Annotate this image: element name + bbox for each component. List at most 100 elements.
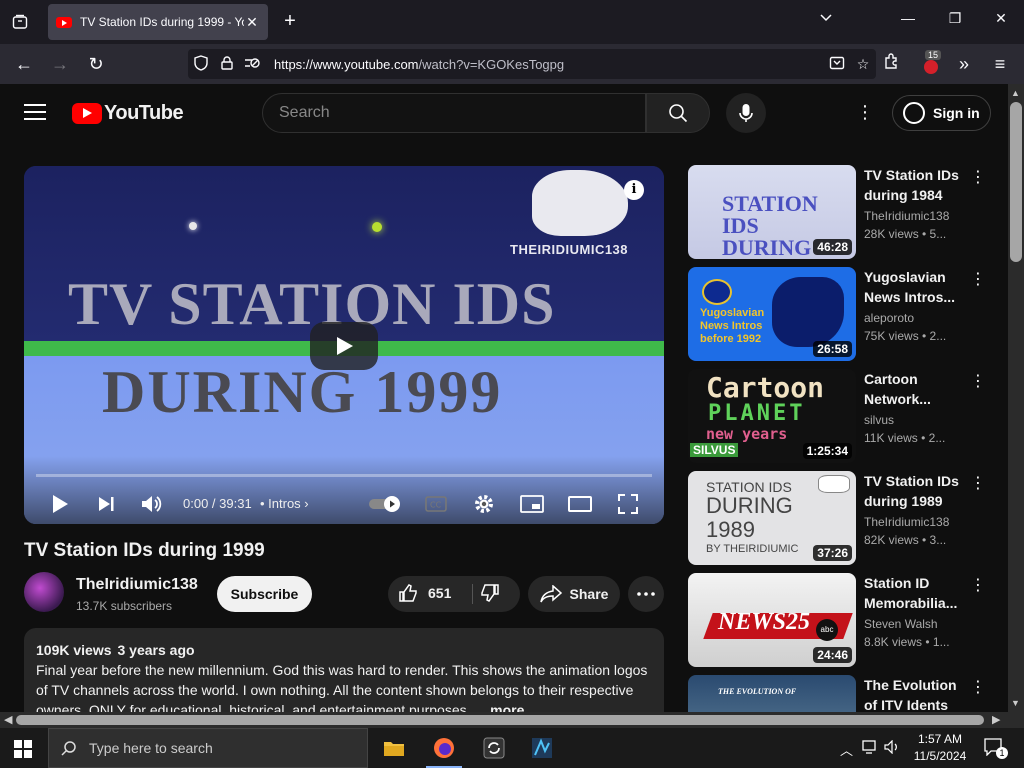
recommendation-channel[interactable]: Steven Walsh	[864, 617, 938, 631]
subscribe-button[interactable]: Subscribe	[217, 576, 312, 612]
reload-icon[interactable]: ↻	[84, 52, 108, 76]
app-menu-icon[interactable]: ≡	[988, 52, 1012, 76]
taskbar-search-input[interactable]: Type here to search	[48, 728, 368, 768]
back-icon[interactable]: ←	[12, 52, 36, 76]
search-input[interactable]: Search	[262, 93, 646, 133]
windows-start-icon[interactable]	[14, 740, 32, 758]
channel-name[interactable]: TheIridiumic138	[76, 576, 198, 594]
video-thumbnail[interactable]: STATION IDS DURING 1989 BY THEIRIDIUMIC …	[688, 471, 856, 565]
recommendation-item[interactable]: THE EVOLUTION OF The Evolution of ITV Id…	[688, 675, 988, 712]
taskbar-clock[interactable]: 1:57 AM 11/5/2024	[905, 731, 975, 765]
tab-overflow-chevron-icon[interactable]	[814, 10, 838, 27]
video-thumbnail[interactable]: THE EVOLUTION OF	[688, 675, 856, 712]
close-window-icon[interactable]: ✕	[989, 10, 1013, 27]
settings-kebab-icon[interactable]: ⋮	[856, 102, 874, 124]
video-thumbnail[interactable]: Yugoslavian News Intros before 1992 26:5…	[688, 267, 856, 361]
recommendation-channel[interactable]: TheIridiumic138	[864, 515, 949, 529]
extensions-puzzle-icon[interactable]	[880, 52, 904, 76]
sign-in-button[interactable]: Sign in	[892, 95, 991, 131]
lock-icon[interactable]	[214, 55, 240, 73]
network-icon[interactable]	[862, 740, 878, 757]
file-explorer-icon[interactable]	[370, 728, 418, 768]
progress-bar[interactable]	[36, 474, 652, 477]
tab-list-icon[interactable]	[8, 10, 32, 34]
restore-icon[interactable]: ❐	[943, 10, 967, 27]
permissions-icon[interactable]	[240, 56, 266, 73]
reader-view-icon[interactable]	[824, 55, 850, 74]
settings-gear-icon[interactable]	[472, 490, 496, 518]
ublock-extension-icon[interactable]: 15	[922, 50, 942, 74]
description-box[interactable]: 109K views 3 years ago Final year before …	[24, 628, 664, 712]
recommendation-item[interactable]: NEWS25 abc 24:46 Station ID Memorabilia.…	[688, 573, 988, 667]
recommendation-menu-icon[interactable]: ⋮	[970, 473, 986, 493]
bookmark-star-icon[interactable]: ☆	[850, 56, 876, 73]
recommendation-item[interactable]: STATION IDS DURING 1989 BY THEIRIDIUMIC …	[688, 471, 988, 565]
miniplayer-icon[interactable]	[520, 490, 544, 518]
dislike-button[interactable]	[480, 583, 500, 608]
speaker-icon[interactable]	[884, 739, 900, 757]
new-tab-icon[interactable]: +	[278, 10, 302, 34]
show-more-link[interactable]: ...more	[479, 702, 525, 712]
tracking-shield-icon[interactable]	[188, 54, 214, 74]
share-button[interactable]: Share	[528, 576, 620, 612]
vertical-scroll-thumb[interactable]	[1010, 102, 1022, 262]
recommendation-item[interactable]: STATION IDS DURING 1984 46:28 TV Station…	[688, 165, 988, 259]
editor-app-icon[interactable]	[518, 728, 566, 768]
recommendation-item[interactable]: Yugoslavian News Intros before 1992 26:5…	[688, 267, 988, 361]
notifications-icon[interactable]: 1	[984, 738, 1008, 759]
scroll-up-icon[interactable]: ▲	[1011, 88, 1020, 98]
tab-close-icon[interactable]: ✕	[244, 14, 260, 31]
more-actions-button[interactable]	[628, 576, 664, 612]
scroll-down-icon[interactable]: ▼	[1011, 698, 1020, 708]
like-button[interactable]: 651	[398, 583, 451, 603]
sync-app-icon[interactable]	[470, 728, 518, 768]
scroll-right-icon[interactable]: ▶	[992, 713, 1000, 726]
recommendation-channel[interactable]: aleporoto	[864, 311, 914, 325]
tray-chevron-icon[interactable]: ︿	[840, 740, 853, 759]
url-bar[interactable]: https://www.youtube.com/watch?v=KGOKesTo…	[188, 49, 876, 79]
recommendation-menu-icon[interactable]: ⋮	[970, 269, 986, 289]
info-icon[interactable]: i	[624, 180, 644, 200]
recommendation-menu-icon[interactable]: ⋮	[970, 167, 986, 187]
duration-badge: 46:28	[813, 239, 852, 255]
fullscreen-icon[interactable]	[616, 490, 640, 518]
play-icon[interactable]	[48, 490, 72, 518]
theater-mode-icon[interactable]	[568, 490, 592, 518]
browser-tab-active[interactable]: TV Station IDs during 1999 - YouTube ✕	[48, 4, 268, 40]
recommendation-title[interactable]: The Evolution of ITV Idents	[864, 675, 964, 712]
recommendation-item[interactable]: Cartoon PLANET new years SILVUS 1:25:34 …	[688, 369, 988, 463]
recommendation-title[interactable]: TV Station IDs during 1989	[864, 471, 964, 511]
chapter-button[interactable]: • Intros ›	[260, 496, 309, 511]
hamburger-menu-icon[interactable]	[24, 104, 46, 120]
recommendation-channel[interactable]: silvus	[864, 413, 894, 427]
voice-search-button[interactable]	[726, 93, 766, 133]
large-play-button[interactable]	[310, 322, 378, 370]
recommendation-title[interactable]: Cartoon Network...	[864, 369, 964, 409]
video-thumbnail[interactable]: STATION IDS DURING 1984 46:28	[688, 165, 856, 259]
minimize-icon[interactable]: —	[896, 10, 920, 26]
next-icon[interactable]	[94, 490, 118, 518]
horizontal-scrollbar[interactable]: ◀ ▶	[0, 712, 1008, 728]
forward-icon[interactable]: →	[48, 52, 72, 76]
video-thumbnail[interactable]: NEWS25 abc 24:46	[688, 573, 856, 667]
overflow-chevrons-icon[interactable]: »	[952, 52, 976, 76]
channel-avatar[interactable]	[24, 572, 64, 612]
volume-icon[interactable]	[140, 490, 164, 518]
recommendation-title[interactable]: TV Station IDs during 1984	[864, 165, 964, 205]
video-player[interactable]: THEIRIDIUMIC138 TV STATION IDS DURING 19…	[24, 166, 664, 524]
firefox-icon[interactable]	[420, 728, 468, 768]
vertical-scrollbar[interactable]: ▲ ▼	[1008, 84, 1024, 712]
search-button[interactable]	[646, 93, 710, 133]
recommendation-menu-icon[interactable]: ⋮	[970, 575, 986, 595]
recommendation-menu-icon[interactable]: ⋮	[970, 677, 986, 697]
recommendation-menu-icon[interactable]: ⋮	[970, 371, 986, 391]
horizontal-scroll-thumb[interactable]	[16, 715, 984, 725]
autoplay-toggle[interactable]	[368, 490, 404, 518]
recommendation-title[interactable]: Station ID Memorabilia...	[864, 573, 964, 613]
youtube-logo[interactable]: YouTube	[72, 102, 184, 125]
subtitles-cc-icon[interactable]: CC	[424, 490, 448, 518]
recommendation-title[interactable]: Yugoslavian News Intros...	[864, 267, 964, 307]
scroll-left-icon[interactable]: ◀	[4, 713, 12, 726]
video-thumbnail[interactable]: Cartoon PLANET new years SILVUS 1:25:34	[688, 369, 856, 463]
recommendation-channel[interactable]: TheIridiumic138	[864, 209, 949, 223]
